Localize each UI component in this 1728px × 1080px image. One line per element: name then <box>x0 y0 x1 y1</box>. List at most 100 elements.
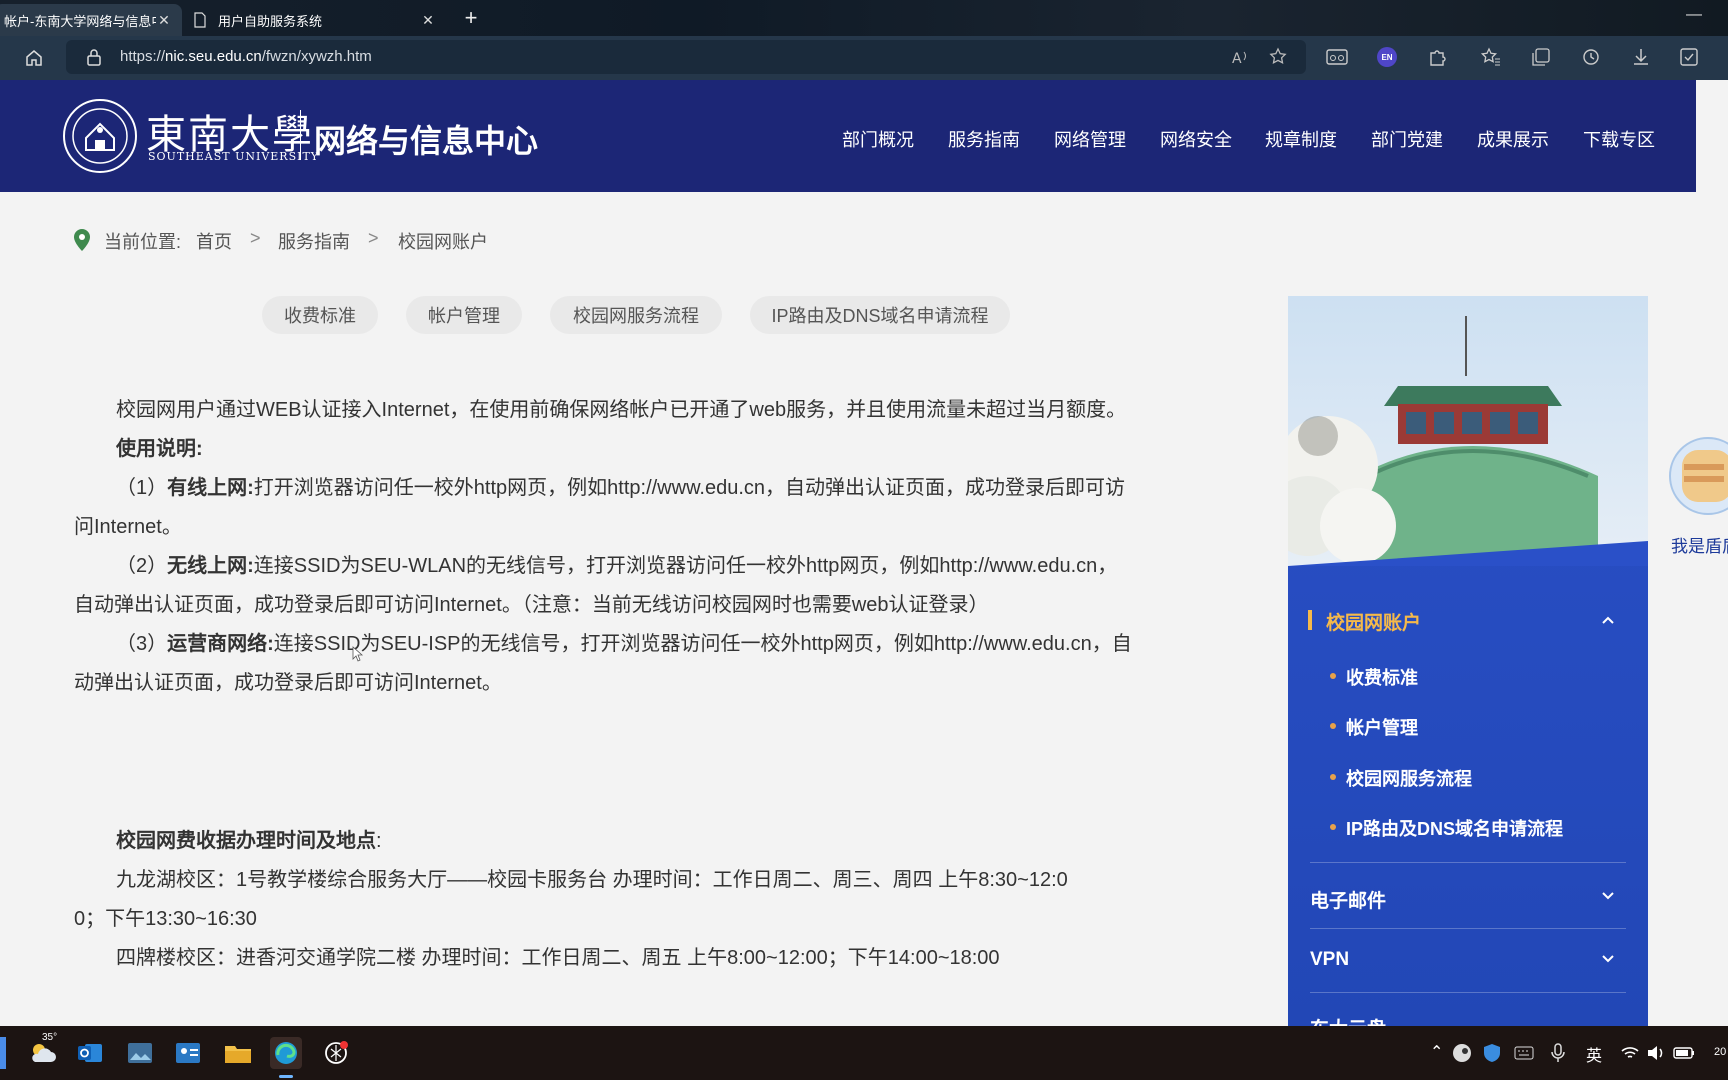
url-path: /fwzn/xywzh.htm <box>261 48 372 65</box>
item-label: 无线上网: <box>167 555 254 577</box>
assistant-label[interactable]: 我是盾盾 <box>1671 532 1728 557</box>
item-label: 运营商网络: <box>167 633 274 655</box>
translate-icon[interactable]: EN <box>1374 44 1400 70</box>
item-number: （3） <box>116 633 168 655</box>
tab-account[interactable]: 帐户-东南大学网络与信息中心 ✕ <box>0 4 182 36</box>
chatgpt-icon[interactable] <box>320 1037 352 1069</box>
bullet-dot <box>1330 723 1336 729</box>
logo-english: SOUTHEAST UNIVERSITY <box>148 150 320 163</box>
item-number: （2） <box>116 555 168 577</box>
bullet-dot <box>1330 673 1336 679</box>
location-pin-icon <box>74 229 90 251</box>
start-edge[interactable] <box>0 1037 6 1069</box>
item-text: 连接SSID为SEU-WLAN的无线信号，打开浏览器访问任一校外http网页，例… <box>253 555 1118 577</box>
nav-item-rules[interactable]: 规章制度 <box>1265 126 1337 152</box>
jiulonghu-info-cont: 0；下午13:30~16:30 <box>74 908 257 930</box>
tab-title: 帐户-东南大学网络与信息中心 <box>4 13 156 29</box>
url-text: https://nic.seu.edu.cn/fwzn/xywzh.htm <box>120 48 372 65</box>
sidebar-subitem-service-flow[interactable]: 校园网服务流程 <box>1330 765 1472 791</box>
file-explorer-icon[interactable] <box>222 1037 254 1069</box>
ime-indicator[interactable]: 英 <box>1586 1042 1602 1066</box>
history-icon[interactable] <box>1578 44 1604 70</box>
nav-item-service[interactable]: 服务指南 <box>948 126 1020 152</box>
nav-item-downloads[interactable]: 下载专区 <box>1583 126 1655 152</box>
sidebar-subitem-label: IP路由及DNS域名申请流程 <box>1346 819 1564 839</box>
battery-icon[interactable] <box>1672 1041 1696 1065</box>
chevron-up-icon[interactable] <box>1600 612 1616 628</box>
read-aloud-icon[interactable]: A <box>1228 44 1254 70</box>
minimize-icon[interactable]: — <box>1686 6 1702 24</box>
sidebar-item-cloud-disk[interactable]: 东大云盘 <box>1310 1014 1626 1026</box>
sipailou-info: 四牌楼校区：进香河交通学院二楼 办理时间：工作日周二、周五 上午8:00~12:… <box>116 947 1000 969</box>
sidebar-item-campus-account[interactable]: 校园网账户 <box>1308 608 1626 635</box>
nav-item-dept[interactable]: 部门概况 <box>842 126 914 152</box>
nav-item-network-mgmt[interactable]: 网络管理 <box>1054 126 1126 152</box>
breadcrumb-service[interactable]: 服务指南 <box>278 228 350 254</box>
photos-icon[interactable] <box>124 1037 156 1069</box>
url-bar[interactable]: https://nic.seu.edu.cn/fwzn/xywzh.htm A <box>66 40 1306 74</box>
screenshot-icon[interactable] <box>1676 44 1702 70</box>
wifi-icon[interactable] <box>1618 1041 1642 1065</box>
nav-item-achievements[interactable]: 成果展示 <box>1477 126 1549 152</box>
url-host: nic.seu.edu.cn <box>165 48 262 65</box>
sidebar-subitem-fees[interactable]: 收费标准 <box>1330 664 1418 690</box>
breadcrumb-home[interactable]: 首页 <box>196 228 232 254</box>
svg-text:A: A <box>1232 51 1242 66</box>
tray-overflow-icon[interactable]: ⌃ <box>1430 1042 1443 1062</box>
nav-item-security[interactable]: 网络安全 <box>1160 126 1232 152</box>
edge-browser-icon[interactable] <box>270 1037 302 1069</box>
chevron-down-icon[interactable] <box>1600 888 1616 904</box>
fee-title-colon: : <box>376 830 382 852</box>
sidebar-subitem-ip-dns[interactable]: IP路由及DNS域名申请流程 <box>1330 815 1564 841</box>
volume-icon[interactable] <box>1644 1041 1668 1065</box>
sidebar-item-email[interactable]: 电子邮件 <box>1310 886 1626 913</box>
logo-divider <box>300 110 301 160</box>
page-icon <box>194 12 206 28</box>
tab-title: 用户自助服务系统 <box>218 13 323 29</box>
collections-icon[interactable] <box>1528 44 1554 70</box>
contacts-icon[interactable] <box>172 1037 204 1069</box>
favorites-icon[interactable] <box>1478 44 1504 70</box>
breadcrumb-separator: > <box>368 228 379 248</box>
sidebar-subitem-label: 校园网服务流程 <box>1346 769 1472 789</box>
downloads-icon[interactable] <box>1628 44 1654 70</box>
nav-item-party[interactable]: 部门党建 <box>1371 126 1443 152</box>
assistant-avatar[interactable] <box>1668 436 1728 516</box>
chevron-down-icon[interactable] <box>1600 951 1616 967</box>
close-icon[interactable]: ✕ <box>420 12 436 29</box>
divider <box>1310 928 1626 929</box>
keyboard-icon[interactable] <box>1512 1041 1536 1065</box>
usage-title: 使用说明: <box>116 438 203 460</box>
university-seal-icon[interactable] <box>62 98 138 174</box>
subtab-fees[interactable]: 收费标准 <box>262 296 378 334</box>
sidebar-item-vpn[interactable]: VPN <box>1310 949 1626 971</box>
subtab-account-mgmt[interactable]: 帐户管理 <box>406 296 522 334</box>
breadcrumb-separator: > <box>250 228 261 248</box>
divider <box>1310 862 1626 863</box>
close-icon[interactable]: ✕ <box>156 12 172 29</box>
item-text: 打开浏览器访问任一校外http网页，例如http://www.edu.cn，自动… <box>253 477 1126 499</box>
clock-text: 20 <box>1714 1046 1727 1058</box>
microphone-icon[interactable] <box>1546 1041 1570 1065</box>
reading-mode-icon[interactable] <box>1324 44 1350 70</box>
sidebar-subitem-account-mgmt[interactable]: 帐户管理 <box>1330 714 1418 740</box>
divider <box>1310 992 1626 993</box>
breadcrumb-label: 当前位置: <box>104 232 182 252</box>
url-prefix: https:// <box>120 48 166 65</box>
sidebar-nav: 校园网账户 收费标准 帐户管理 校园网服务流程 IP路由及DNS域名申请流程 电… <box>1288 296 1648 1026</box>
active-marker <box>1308 610 1312 630</box>
weather-temp: 35° <box>42 1032 58 1043</box>
subtab-ip-dns[interactable]: IP路由及DNS域名申请流程 <box>750 296 1010 334</box>
favorite-add-icon[interactable] <box>1266 44 1292 70</box>
home-icon[interactable] <box>20 44 48 72</box>
steam-icon[interactable] <box>1450 1041 1474 1065</box>
new-tab-button[interactable]: + <box>458 6 484 32</box>
browser-tab-strip: 帐户-东南大学网络与信息中心 ✕ 用户自助服务系统 ✕ + — <box>0 0 1728 36</box>
subtab-service-flow[interactable]: 校园网服务流程 <box>550 296 722 334</box>
sidebar-subitem-label: 帐户管理 <box>1346 718 1418 738</box>
security-shield-icon[interactable] <box>1480 1041 1504 1065</box>
extensions-icon[interactable] <box>1424 44 1450 70</box>
tab-self-service[interactable]: 用户自助服务系统 ✕ <box>182 4 446 36</box>
mouse-cursor-icon <box>352 646 364 662</box>
outlook-icon[interactable] <box>74 1037 106 1069</box>
